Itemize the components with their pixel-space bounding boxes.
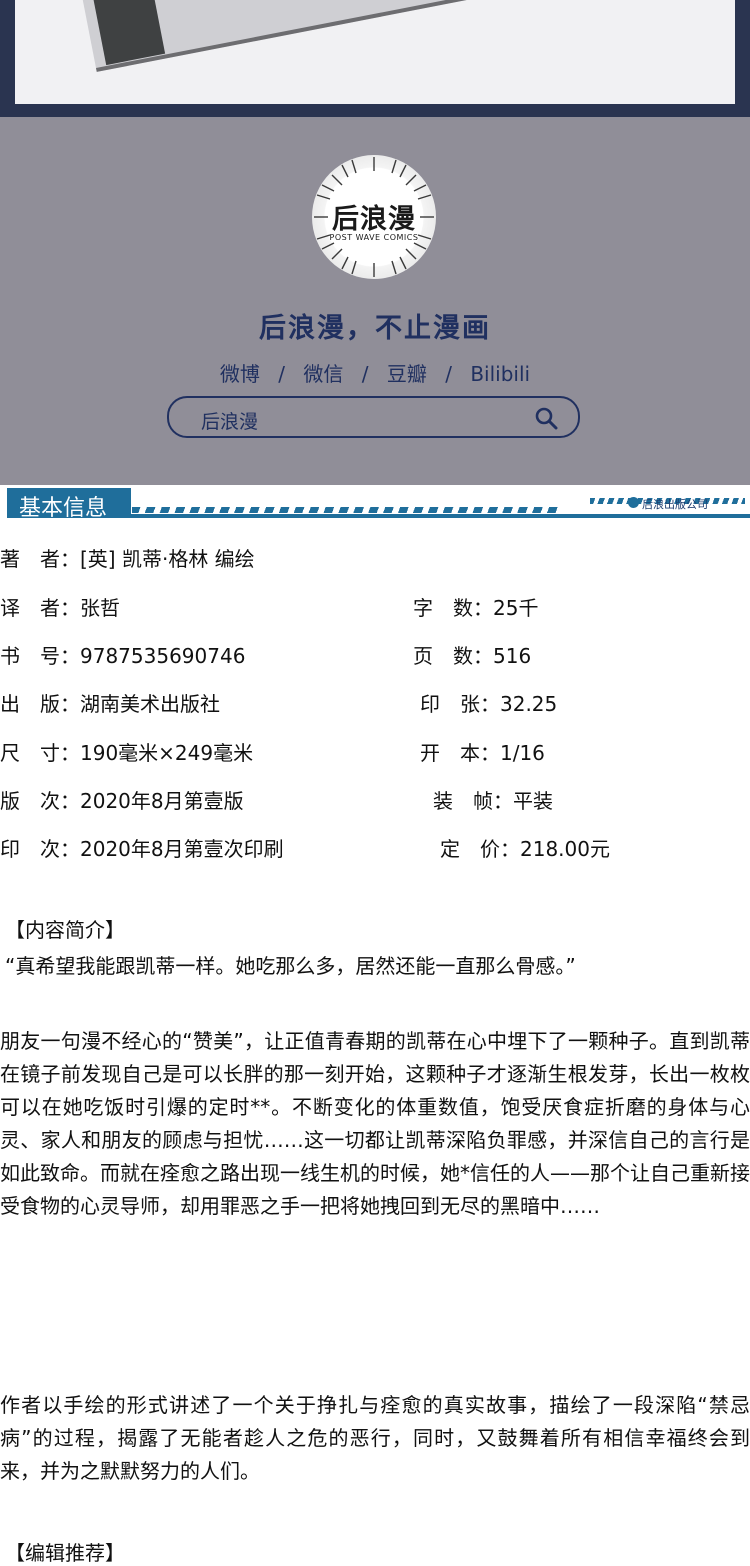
editor-recommendation-heading: 【编辑推荐】	[5, 1541, 125, 1565]
info-pages: 页 数：516	[413, 644, 532, 668]
photo-border-left	[0, 0, 15, 117]
separator: /	[361, 362, 369, 386]
intro-heading: 【内容简介】	[5, 918, 125, 942]
intro-paragraph-2: 作者以手绘的形式讲述了一个关于挣扎与痊愈的真实故事，描绘了一段深陷“禁忌病”的过…	[0, 1393, 750, 1483]
promo-banner: 后浪漫 POST WAVE COMICS 后浪漫，不止漫画 微博 / 微信 / …	[0, 0, 750, 485]
info-isbn: 书 号：9787535690746	[0, 644, 246, 668]
info-edition: 版 次：2020年8月第壹版	[0, 789, 244, 813]
social-douban[interactable]: 豆瓣	[387, 362, 427, 386]
section-title: 基本信息	[19, 496, 108, 521]
social-weibo[interactable]: 微博	[220, 362, 260, 386]
intro-paragraph-1: 朋友一句漫不经心的“赞美”，让正值青春期的凯蒂在心中埋下了一颗种子。直到凯蒂在镜…	[0, 1029, 750, 1218]
info-format: 开 本：1/16	[420, 741, 545, 765]
info-binding: 装 帧：平装	[433, 789, 553, 813]
photo-border-right	[735, 0, 750, 117]
info-publisher: 出 版：湖南美术出版社	[0, 692, 220, 716]
slogan: 后浪漫，不止漫画	[259, 313, 491, 344]
publisher-mark: 后浪出版公司	[642, 498, 708, 511]
info-printing: 印 次：2020年8月第壹次印刷	[0, 837, 284, 861]
book-photo	[0, 0, 750, 117]
header-stripes	[132, 507, 562, 513]
photo-background	[15, 0, 735, 104]
search-text: 后浪漫	[201, 411, 259, 433]
info-price: 定 价：218.00元	[440, 837, 610, 861]
social-wechat[interactable]: 微信	[303, 362, 343, 386]
search-box[interactable]: 后浪漫	[167, 396, 580, 438]
logo-subtitle: POST WAVE COMICS	[329, 233, 419, 242]
book-spine-image	[92, 0, 166, 66]
search-icon[interactable]	[534, 406, 558, 430]
intro-quote: “真希望我能跟凯蒂一样。她吃那么多，居然还能一直那么骨感。”	[5, 954, 576, 978]
separator: /	[445, 362, 452, 386]
logo-title: 后浪漫	[332, 204, 416, 235]
section-header-basic-info: 基本信息 后浪出版公司	[0, 485, 750, 522]
info-size: 尺 寸：190毫米×249毫米	[0, 741, 254, 765]
social-links: 微博 / 微信 / 豆瓣 / Bilibili	[0, 358, 750, 387]
info-word-count: 字 数：25千	[413, 596, 539, 620]
post-wave-comics-logo: 后浪漫 POST WAVE COMICS	[312, 155, 436, 279]
publisher-logo-icon	[628, 497, 639, 508]
info-sheets: 印 张：32.25	[420, 692, 558, 716]
info-translator: 译 者：张哲	[0, 596, 120, 620]
info-author: 著 者：[英] 凯蒂·格林 编绘	[0, 547, 255, 571]
section-tab: 基本信息	[7, 488, 131, 521]
photo-border-bottom	[0, 104, 750, 117]
social-bilibili[interactable]: Bilibili	[470, 362, 530, 386]
separator: /	[278, 362, 286, 386]
